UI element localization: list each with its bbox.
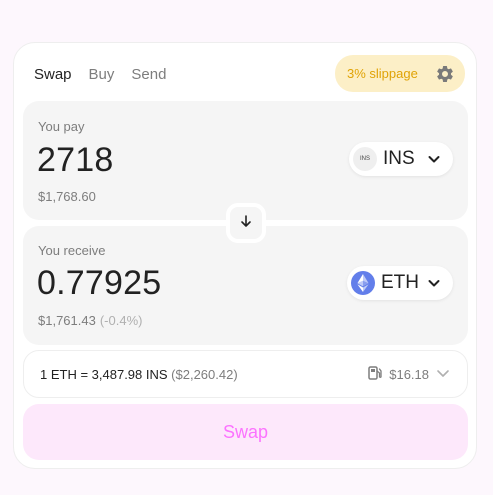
slippage-label: 3% slippage xyxy=(347,66,418,81)
pay-token-symbol: INS xyxy=(383,148,415,169)
pay-token-selector[interactable]: INS INS xyxy=(349,142,453,176)
ethereum-icon xyxy=(351,271,375,295)
tab-send[interactable]: Send xyxy=(131,66,166,83)
slippage-settings-button[interactable]: 3% slippage xyxy=(335,55,465,92)
swap-button[interactable]: Swap xyxy=(23,404,468,460)
switch-tokens-button[interactable] xyxy=(226,203,266,243)
receive-token-symbol: ETH xyxy=(381,272,419,293)
chevron-down-icon xyxy=(427,276,441,290)
pay-amount-input[interactable]: 2718 xyxy=(37,141,113,180)
exchange-rate: 1 ETH = 3,487.98 INS ($2,260.42) xyxy=(40,367,238,382)
chevron-down-icon xyxy=(435,365,451,384)
receive-panel: You receive 0.77925 $1,761.43 (-0.4%) ETH xyxy=(23,226,468,345)
rate-details-toggle[interactable]: 1 ETH = 3,487.98 INS ($2,260.42) $16.18 xyxy=(23,350,468,398)
swap-tabs: Swap Buy Send xyxy=(34,66,166,83)
arrow-down-icon xyxy=(239,214,253,233)
receive-usd-amount: $1,761.43 xyxy=(38,313,96,328)
receive-token-selector[interactable]: ETH xyxy=(347,266,453,300)
fuel-pump-icon xyxy=(367,365,383,384)
pay-label: You pay xyxy=(38,119,85,134)
gas-estimate: $16.18 xyxy=(367,365,451,384)
gas-cost: $16.18 xyxy=(389,366,429,382)
ins-token-icon: INS xyxy=(353,147,377,171)
gear-icon xyxy=(435,64,455,84)
tab-buy[interactable]: Buy xyxy=(89,66,115,83)
chevron-down-icon xyxy=(427,152,441,166)
swap-card: Swap Buy Send 3% slippage You pay 2718 $… xyxy=(13,42,477,469)
pay-usd-value: $1,768.60 xyxy=(38,189,96,204)
tab-swap[interactable]: Swap xyxy=(34,66,72,83)
receive-label: You receive xyxy=(38,243,106,258)
rate-text: 1 ETH = 3,487.98 INS xyxy=(40,366,168,382)
receive-usd-value: $1,761.43 (-0.4%) xyxy=(38,313,142,328)
receive-amount-input[interactable]: 0.77925 xyxy=(37,264,161,303)
price-impact: (-0.4%) xyxy=(99,313,143,328)
rate-usd: ($2,260.42) xyxy=(171,366,238,382)
